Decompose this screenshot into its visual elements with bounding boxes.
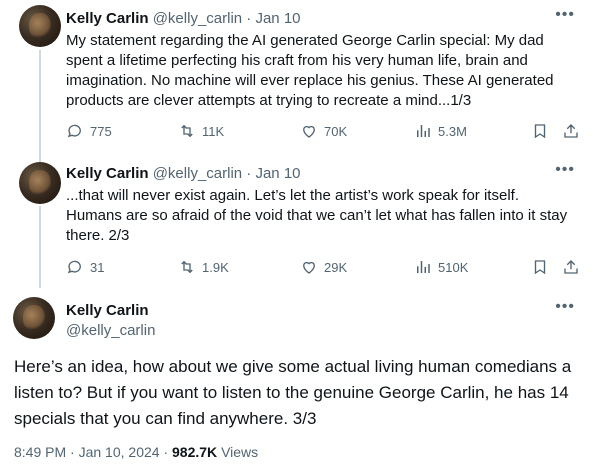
views-icon <box>417 125 430 137</box>
tweet-header: Kelly Carlin @kelly_carlin · Jan 10 <box>66 165 301 182</box>
author-name[interactable]: Kelly Carlin <box>66 10 149 27</box>
share-icon <box>564 260 578 274</box>
retweet-icon <box>181 260 193 274</box>
like-button[interactable]: 29K <box>300 258 347 276</box>
thread-line <box>39 50 41 162</box>
reply-count: 31 <box>90 259 105 275</box>
views-button[interactable]: 5.3M <box>414 122 467 140</box>
avatar[interactable] <box>19 5 61 47</box>
reply-button[interactable]: 775 <box>66 122 112 140</box>
tweet-text: Here’s an idea, how about we give some a… <box>14 357 572 428</box>
bookmark-button[interactable] <box>531 258 549 276</box>
like-icon <box>303 261 315 274</box>
author-handle[interactable]: @kelly_carlin <box>153 10 242 27</box>
retweet-button[interactable]: 1.9K <box>178 258 229 276</box>
reply-icon <box>67 260 81 274</box>
retweet-count: 1.9K <box>202 259 229 275</box>
author-name[interactable]: Kelly Carlin <box>66 165 149 182</box>
tweet-text: ...that will never exist again. Let’s le… <box>66 187 568 244</box>
retweet-icon <box>181 124 193 138</box>
retweet-count: 11K <box>202 123 225 139</box>
reply-count: 775 <box>90 123 112 139</box>
author-handle[interactable]: @kelly_carlin <box>66 322 155 339</box>
author-name[interactable]: Kelly Carlin <box>66 302 149 319</box>
reply-icon <box>67 124 81 138</box>
retweet-button[interactable]: 11K <box>178 122 224 140</box>
bookmark-button[interactable] <box>531 122 549 140</box>
tweet-actions: 31 1.9K 29K 510K <box>66 258 586 278</box>
tweet-header: Kelly Carlin @kelly_carlin · Jan 10 <box>66 10 301 27</box>
like-count: 70K <box>324 123 348 139</box>
share-button[interactable] <box>562 122 580 140</box>
separator: · <box>246 10 252 27</box>
more-icon[interactable]: ••• <box>555 298 575 316</box>
reply-button[interactable]: 31 <box>66 258 104 276</box>
tweet-text: My statement regarding the AI generated … <box>66 32 554 109</box>
tweet-time[interactable]: 8:49 PM <box>14 444 66 460</box>
views-count: 982.7K <box>172 444 218 460</box>
views-icon <box>417 261 430 273</box>
bookmark-icon <box>534 260 546 275</box>
views-button[interactable]: 510K <box>414 258 468 276</box>
views-count: 510K <box>438 259 469 275</box>
author-handle[interactable]: @kelly_carlin <box>153 165 242 182</box>
like-icon <box>303 125 315 138</box>
tweet-date[interactable]: Jan 10 <box>255 10 300 27</box>
tweet-date[interactable]: Jan 10, 2024 <box>79 444 160 460</box>
separator: · <box>246 165 252 182</box>
like-count: 29K <box>324 259 348 275</box>
avatar[interactable] <box>13 297 55 339</box>
views-label: Views <box>221 444 259 460</box>
avatar[interactable] <box>19 162 61 204</box>
more-icon[interactable]: ••• <box>555 6 575 24</box>
share-button[interactable] <box>562 258 580 276</box>
tweet-meta: 8:49 PM · Jan 10, 2024 · 982.7K Views <box>14 444 258 460</box>
tweet-actions: 775 11K 70K 5.3M <box>66 122 586 142</box>
bookmark-icon <box>534 124 546 139</box>
share-icon <box>564 124 578 138</box>
separator: · <box>163 444 169 460</box>
separator: · <box>70 444 75 460</box>
more-icon[interactable]: ••• <box>555 161 575 179</box>
tweet-date[interactable]: Jan 10 <box>255 165 300 182</box>
thread-line <box>39 206 41 288</box>
views-count: 5.3M <box>438 123 467 139</box>
like-button[interactable]: 70K <box>300 122 347 140</box>
